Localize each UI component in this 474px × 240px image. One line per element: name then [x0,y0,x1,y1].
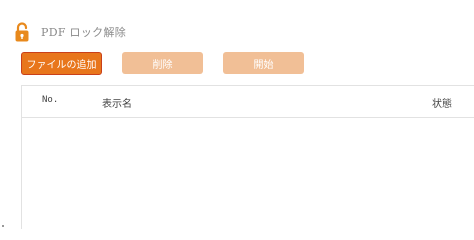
file-table: No. 表示名 状態 [21,85,474,229]
delete-button[interactable]: 削除 [122,52,203,74]
start-button[interactable]: 開始 [223,52,304,74]
page-title: PDF ロック解除 [41,26,127,39]
table-header: No. 表示名 状態 [22,85,474,118]
column-header-name[interactable]: 表示名 [102,95,132,110]
resize-grip [2,225,4,227]
lock-open-icon [13,21,31,43]
column-header-no[interactable]: No. [42,95,58,105]
column-header-status[interactable]: 状態 [432,95,452,110]
add-file-button[interactable]: ファイルの追加 [21,52,102,75]
app-header: PDF ロック解除 [13,20,126,44]
